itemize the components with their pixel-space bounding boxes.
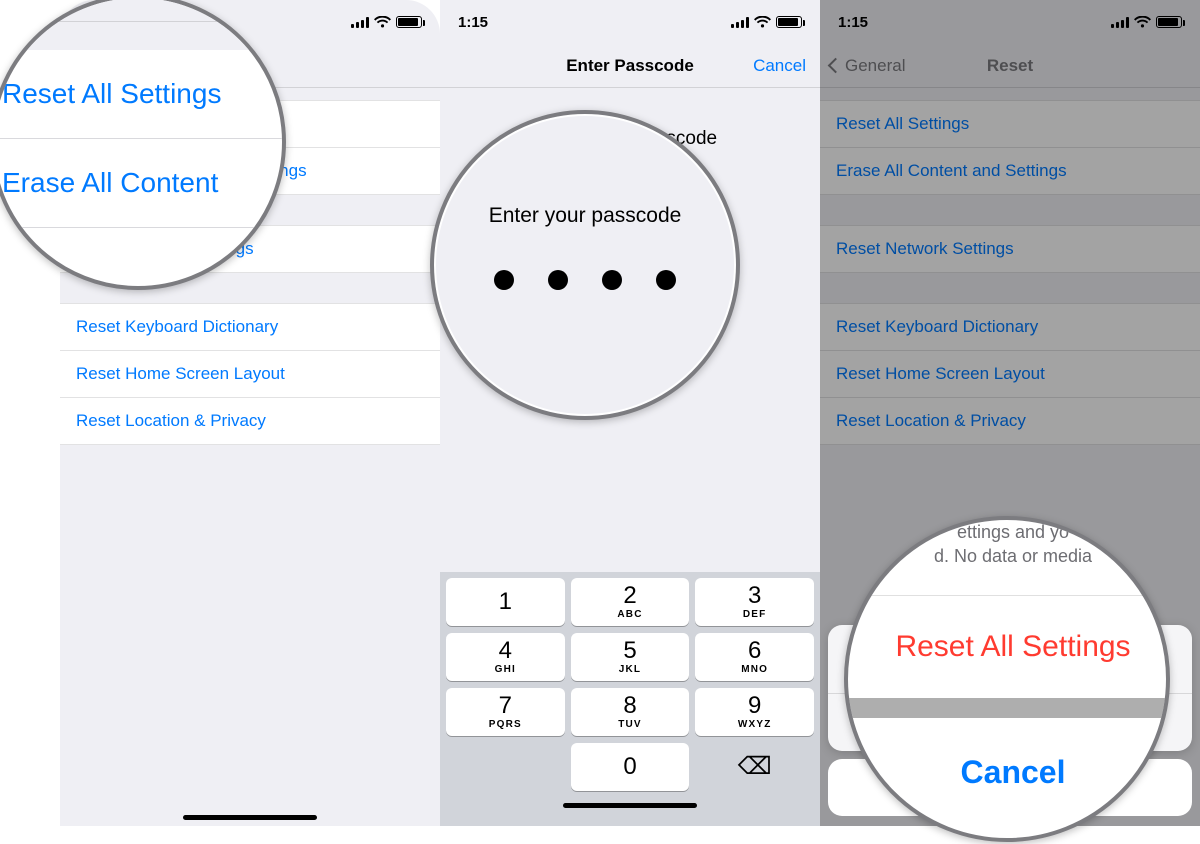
stage: t Reset All Settings Erase All Content a…	[0, 0, 1200, 844]
mag-passcode-dots	[434, 270, 736, 290]
mag-passcode-prompt: Enter your passcode	[434, 204, 736, 228]
status-bar: 1:15	[440, 0, 820, 44]
key-9[interactable]: 9WXYZ	[695, 688, 814, 736]
key-3[interactable]: 3DEF	[695, 578, 814, 626]
key-delete[interactable]: ⌫	[695, 743, 814, 791]
home-indicator[interactable]	[183, 815, 317, 820]
key-1[interactable]: 1	[446, 578, 565, 626]
status-time: 1:15	[458, 14, 518, 31]
key-6[interactable]: 6MNO	[695, 633, 814, 681]
battery-icon	[396, 16, 422, 28]
numeric-keypad: 1 2ABC 3DEF 4GHI 5JKL 6MNO 7PQRS 8TUV 9W…	[440, 572, 820, 826]
magnifier-passcode: Enter your passcode	[430, 110, 740, 420]
wifi-icon	[754, 16, 771, 28]
home-indicator[interactable]	[563, 803, 697, 808]
cellular-icon	[731, 17, 749, 28]
row-reset-location[interactable]: Reset Location & Privacy	[60, 398, 440, 445]
row-reset-keyboard[interactable]: Reset Keyboard Dictionary	[60, 303, 440, 351]
cellular-icon	[351, 17, 369, 28]
mag-sheet-action: Reset All Settings	[844, 596, 1170, 698]
mag-row-erase-all: Erase All Content	[0, 139, 286, 228]
key-4[interactable]: 4GHI	[446, 633, 565, 681]
key-8[interactable]: 8TUV	[571, 688, 690, 736]
row-reset-home[interactable]: Reset Home Screen Layout	[60, 351, 440, 398]
mag-row-reset-all: Reset All Settings	[0, 50, 286, 139]
key-5[interactable]: 5JKL	[571, 633, 690, 681]
backspace-icon: ⌫	[738, 755, 772, 779]
key-blank	[446, 743, 565, 791]
wifi-icon	[374, 16, 391, 28]
magnifier-confirm: ettings and yo d. No data or media Reset…	[844, 516, 1170, 842]
key-0[interactable]: 0	[571, 743, 690, 791]
key-7[interactable]: 7PQRS	[446, 688, 565, 736]
cancel-button[interactable]: Cancel	[753, 56, 806, 76]
key-2[interactable]: 2ABC	[571, 578, 690, 626]
battery-icon	[776, 16, 802, 28]
nav-title: Enter Passcode	[566, 56, 694, 76]
nav-bar: Enter Passcode Cancel	[440, 44, 820, 88]
